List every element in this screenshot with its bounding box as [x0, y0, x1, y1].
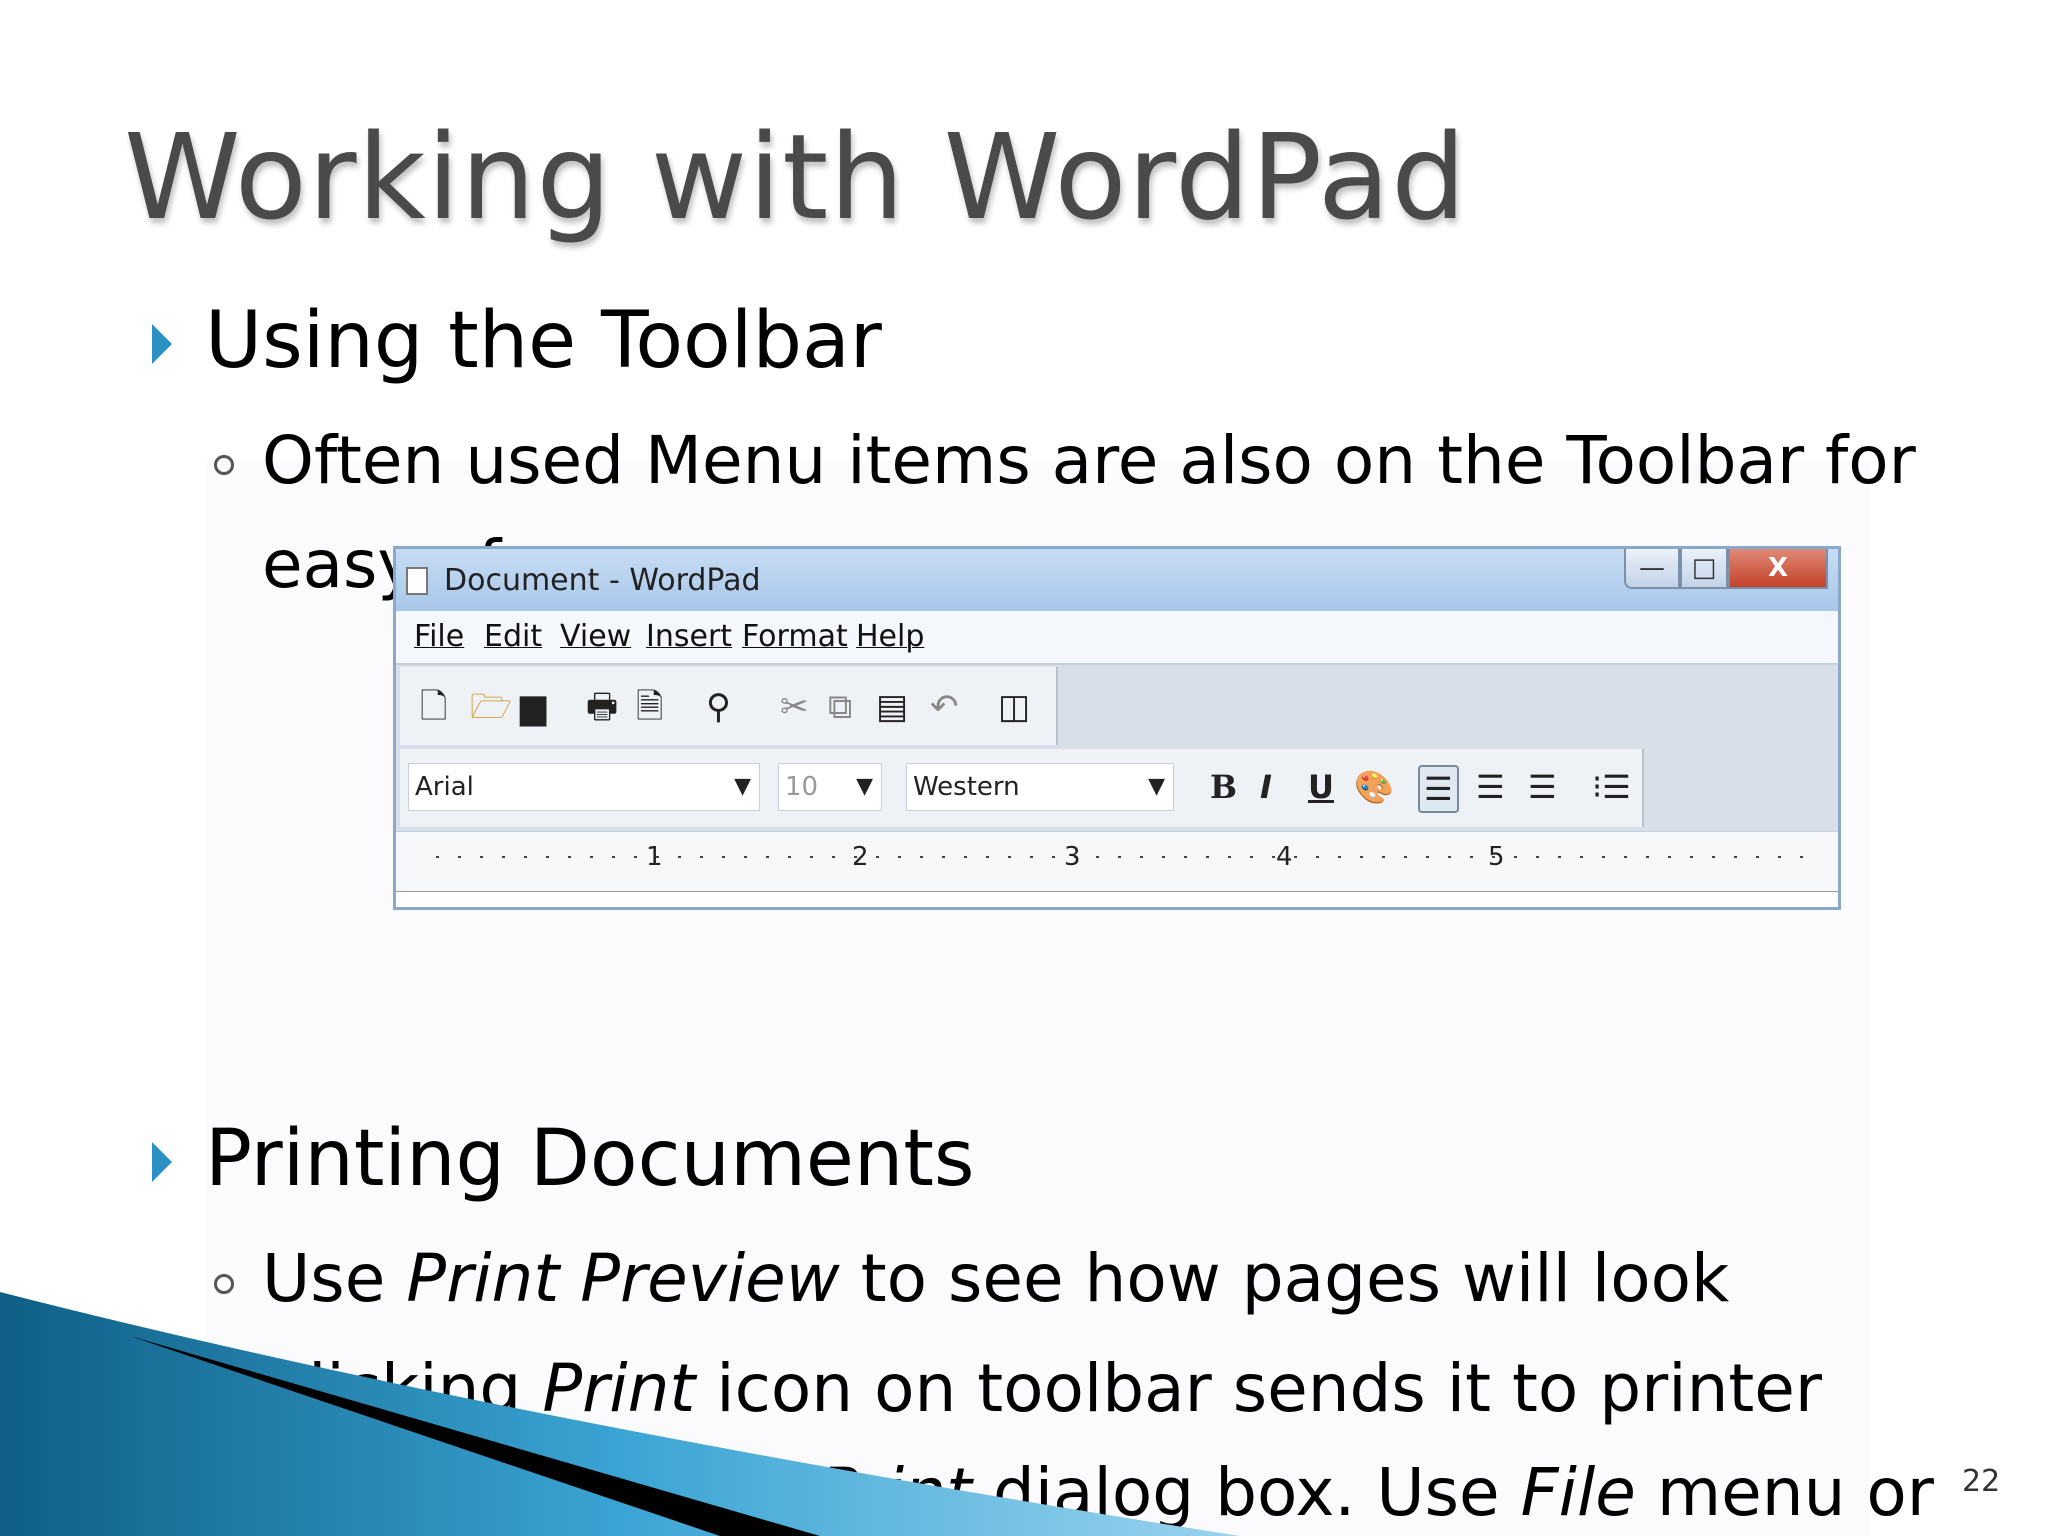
slide-title: Working with WordPad	[124, 108, 1468, 246]
undo-icon[interactable]: ↶	[930, 687, 959, 727]
font-name-value: Arial	[415, 772, 474, 802]
print-icon-line: Clicking Print icon on toolbar sends it …	[262, 1350, 1823, 1427]
minimize-button[interactable]: —	[1624, 549, 1680, 589]
text-color-icon[interactable]: 🎨	[1354, 765, 1394, 809]
section-heading-toolbar: Using the Toolbar	[205, 296, 882, 386]
font-size-select[interactable]: 10 ▼	[778, 763, 882, 811]
font-name-select[interactable]: Arial ▼	[408, 763, 760, 811]
wordpad-titlebar: Document - WordPad — □ X	[396, 549, 1838, 611]
sub-bullet-ring-icon	[214, 1274, 234, 1294]
close-button[interactable]: X	[1728, 549, 1828, 589]
align-center-icon[interactable]: ☰	[1476, 765, 1505, 809]
toolbar-description-line1: Often used Menu items are also on the To…	[262, 422, 1916, 499]
find-icon[interactable]: ⚲	[706, 687, 731, 727]
bold-button[interactable]: B	[1210, 765, 1237, 809]
open-folder-icon[interactable]: 🗁	[470, 687, 512, 727]
align-right-icon[interactable]: ☰	[1528, 765, 1557, 809]
wordpad-title: Document - WordPad	[444, 563, 761, 598]
print-icon[interactable]: 🖶	[586, 687, 618, 727]
chevron-down-icon: ▼	[734, 774, 751, 799]
maximize-button[interactable]: □	[1680, 549, 1728, 589]
copy-icon[interactable]: ⧉	[828, 687, 852, 727]
save-icon[interactable]: ▆	[520, 687, 546, 727]
wordpad-app-icon	[406, 567, 428, 595]
ruler-number: 3	[1064, 842, 1081, 872]
cut-icon[interactable]: ✂	[780, 687, 809, 727]
paste-icon[interactable]: ▤	[876, 687, 908, 727]
ruler-number: 1	[646, 842, 663, 872]
ruler-number: 5	[1488, 842, 1505, 872]
menu-file[interactable]: File	[414, 619, 464, 654]
script-value: Western	[913, 772, 1020, 802]
standard-toolbar: 🗋 🗁 ▆ 🖶 🗎 ⚲ ✂ ⧉ ▤ ↶ ◫	[400, 667, 1058, 745]
new-document-icon[interactable]: 🗋	[420, 687, 447, 727]
sub-bullet-ring-icon	[214, 455, 234, 475]
print-preview-line: Use Print Preview to see how pages will …	[262, 1240, 1730, 1317]
insert-date-time-icon[interactable]: ◫	[998, 687, 1030, 727]
chevron-down-icon: ▼	[1148, 774, 1165, 799]
ruler: 1 2 3 4 5	[396, 831, 1838, 892]
print-dialog-line: without opening Print dialog box. Use Fi…	[262, 1454, 1934, 1531]
underline-button[interactable]: U	[1308, 765, 1334, 809]
menu-help[interactable]: Help	[856, 619, 924, 654]
align-left-icon[interactable]: ☰	[1418, 765, 1459, 813]
ruler-number: 2	[852, 842, 869, 872]
bullet-triangle-icon	[152, 324, 172, 364]
menu-insert[interactable]: Insert	[646, 619, 732, 654]
page-number: 22	[1962, 1464, 2001, 1499]
menu-view[interactable]: View	[560, 619, 631, 654]
wordpad-window-screenshot: Document - WordPad — □ X File Edit View …	[393, 546, 1841, 910]
menu-format[interactable]: Format	[742, 619, 848, 654]
print-preview-icon[interactable]: 🗎	[636, 687, 663, 727]
script-select[interactable]: Western ▼	[906, 763, 1174, 811]
font-size-value: 10	[785, 772, 819, 802]
ruler-ticks	[436, 856, 1818, 858]
chevron-down-icon: ▼	[856, 774, 873, 799]
menu-edit[interactable]: Edit	[484, 619, 542, 654]
document-area[interactable]	[396, 891, 1838, 907]
bullet-triangle-icon	[152, 1142, 172, 1182]
section-heading-printing: Printing Documents	[205, 1114, 975, 1204]
wordpad-menubar: File Edit View Insert Format Help	[396, 611, 1838, 665]
ruler-number: 4	[1276, 842, 1293, 872]
italic-button[interactable]: I	[1260, 765, 1272, 809]
bullets-icon[interactable]: ⁝☰	[1592, 765, 1631, 809]
format-toolbar: Arial ▼ 10 ▼ Western ▼ B I U 🎨 ☰ ☰ ☰ ⁝☰	[400, 749, 1644, 827]
